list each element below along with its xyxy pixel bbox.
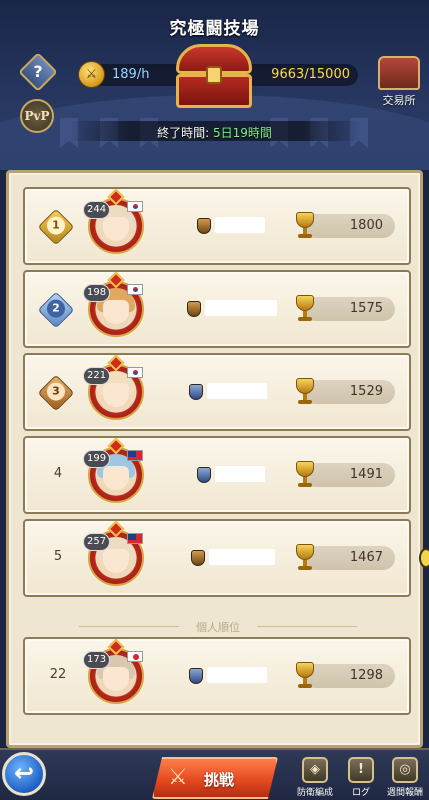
alert-icon: ! [348, 757, 374, 783]
medal-icon: ◎ [392, 757, 418, 783]
ranking-row[interactable]: 1 244 1800 [23, 187, 411, 265]
header-area: 究極闘技場 ? PvP ⚔ 189/h 9663/15000 交易所 終了時間:… [0, 0, 429, 170]
scroll-handle[interactable] [419, 548, 429, 568]
avatar[interactable]: 244 [83, 188, 149, 259]
player-name-redacted [207, 383, 267, 399]
level-badge: 173 [83, 651, 111, 669]
rank-number: 1 [47, 216, 65, 235]
rank-number: 4 [53, 466, 63, 481]
player-name-redacted [215, 217, 265, 233]
player-name-redacted [207, 667, 267, 683]
trophy-icon [293, 459, 317, 489]
guild-badge-icon [197, 218, 211, 234]
level-badge: 244 [83, 201, 111, 219]
rank-number: 22 [49, 667, 67, 682]
bronze-medal-icon: 3 [37, 374, 75, 412]
end-time-value: 5日19時間 [212, 126, 272, 140]
crossed-swords-icon: ⚔ [168, 765, 188, 790]
rank-number: 5 [53, 549, 63, 564]
guild-badge-icon [187, 301, 201, 317]
ranking-row[interactable]: 5 257 1467 [23, 519, 411, 597]
trophy-icon [293, 376, 317, 406]
taiwan-flag-icon [127, 450, 143, 461]
japan-flag-icon [127, 651, 143, 662]
back-arrow-icon: ↩ [13, 759, 35, 787]
level-badge: 198 [83, 284, 111, 302]
level-badge: 199 [83, 450, 111, 468]
shop-label[interactable]: 交易所 [374, 92, 424, 108]
avatar[interactable]: 198 [83, 271, 149, 342]
trophy-icon [293, 660, 317, 690]
avatar[interactable]: 173 [83, 638, 149, 709]
guild-badge-icon [189, 384, 203, 400]
avatar[interactable]: 221 [83, 354, 149, 425]
defense-formation-button[interactable]: ◈ 防衛編成 [294, 757, 336, 798]
point-rate-text: 189/h [112, 67, 150, 82]
ranking-row[interactable]: 3 221 1529 [23, 353, 411, 431]
log-label: ログ [351, 788, 370, 798]
points-counter: 9663/15000 [238, 64, 358, 86]
shield-icon: ◈ [302, 757, 328, 783]
reward-chest-icon[interactable] [172, 44, 256, 112]
weekly-reward-label: 週間報酬 [386, 788, 423, 798]
end-time: 終了時間: 5日19時間 [0, 124, 429, 141]
help-button[interactable]: ? [18, 52, 58, 92]
rank-number: 2 [47, 299, 65, 318]
korea-flag-icon [127, 201, 143, 212]
question-icon: ? [33, 62, 43, 81]
ranking-row[interactable]: 4 199 1491 [23, 436, 411, 514]
taiwan-flag-icon [127, 533, 143, 544]
guild-badge-icon [189, 668, 203, 684]
korea-flag-icon [127, 367, 143, 378]
defense-formation-label: 防衛編成 [296, 788, 333, 798]
challenge-label: 挑戦 [204, 771, 235, 789]
trophy-icon [293, 293, 317, 323]
silver-medal-icon: 2 [37, 291, 75, 329]
end-time-label: 終了時間: [157, 126, 213, 140]
ranking-row[interactable]: 2 198 1575 [23, 270, 411, 348]
back-button[interactable]: ↩ [2, 752, 46, 796]
chest-lock [206, 66, 222, 84]
trophy-icon [293, 210, 317, 240]
ranking-panel: 1 244 1800 2 198 1575 3 221 1529 4 199 1… [6, 170, 423, 748]
player-name-redacted [205, 300, 277, 316]
personal-ranking-row[interactable]: 22 173 1298 [23, 637, 411, 715]
level-badge: 257 [83, 533, 111, 551]
rank-number: 3 [47, 382, 65, 401]
gold-medal-icon: 1 [37, 208, 75, 246]
trophy-icon [293, 542, 317, 572]
level-badge: 221 [83, 367, 111, 385]
weekly-reward-button[interactable]: ◎ 週間報酬 [384, 757, 426, 798]
player-name-redacted [215, 466, 265, 482]
guild-badge-icon [191, 550, 205, 566]
arena-coin-icon: ⚔ [78, 61, 105, 88]
korea-flag-icon [127, 284, 143, 295]
player-name-redacted [209, 549, 275, 565]
page-title: 究極闘技場 [169, 19, 260, 39]
shop-icon[interactable] [378, 56, 420, 90]
guild-badge-icon [197, 467, 211, 483]
avatar[interactable]: 257 [83, 520, 149, 591]
log-button[interactable]: ! ログ [340, 757, 382, 798]
avatar[interactable]: 199 [83, 437, 149, 508]
challenge-button[interactable]: ⚔ 挑戦 [152, 757, 278, 799]
personal-rank-divider: 個人順位 [79, 619, 357, 634]
